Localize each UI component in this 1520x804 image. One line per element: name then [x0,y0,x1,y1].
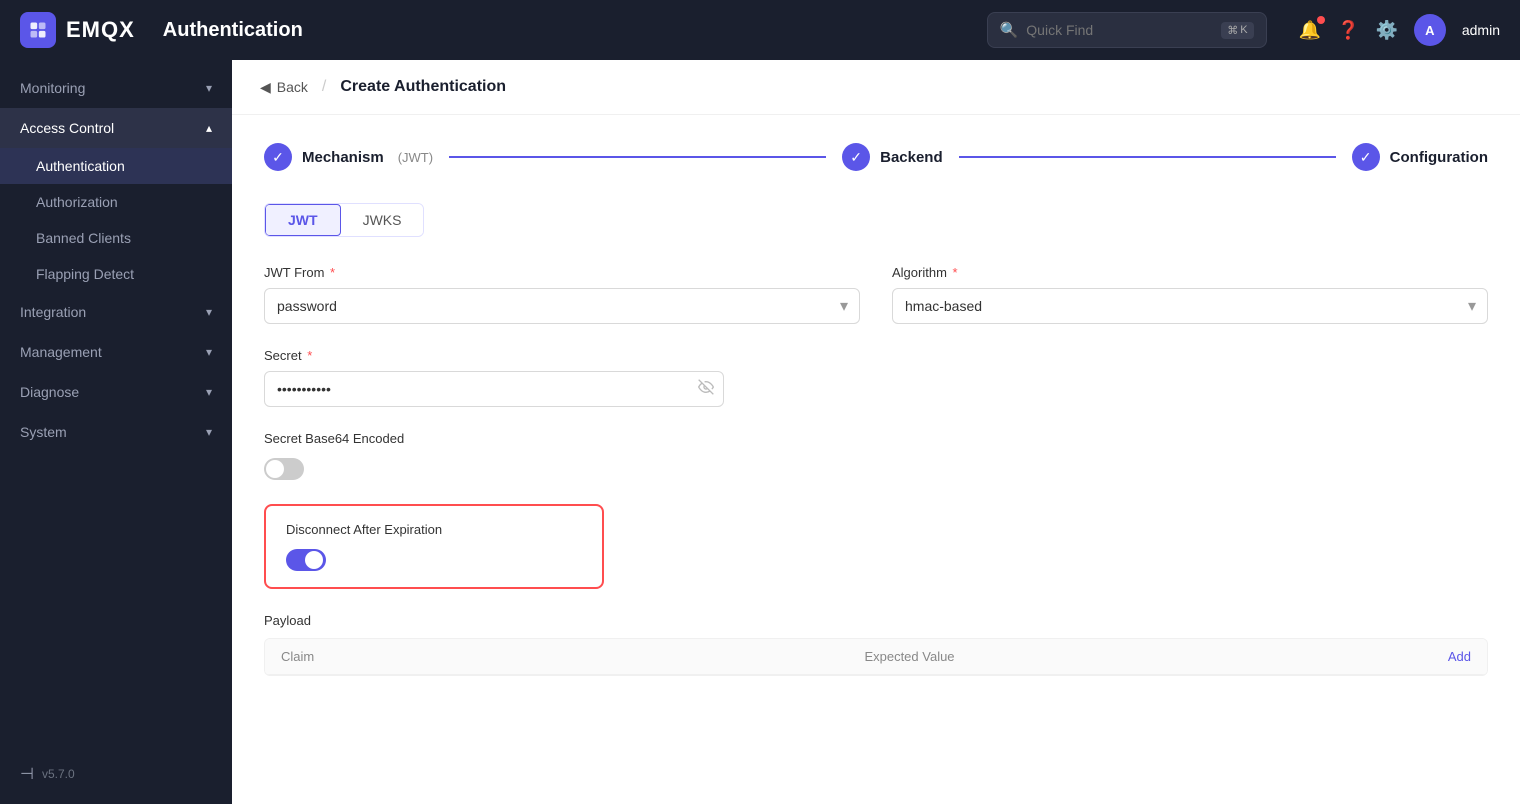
disconnect-highlight-box: Disconnect After Expiration [264,504,604,589]
sidebar-item-monitoring[interactable]: Monitoring ▾ [0,68,232,108]
page-title: Create Authentication [340,78,506,96]
user-label: admin [1462,22,1500,38]
algorithm-select-wrapper: hmac-based public-key ▾ [892,288,1488,324]
payload-add-button[interactable]: Add [1448,649,1471,664]
disconnect-toggle[interactable] [286,549,326,571]
required-star-algo: * [953,265,958,280]
base64-label: Secret Base64 Encoded [264,431,1488,446]
algorithm-select[interactable]: hmac-based public-key [892,288,1488,324]
avatar[interactable]: A [1414,14,1446,46]
step-sub-mechanism: (JWT) [398,150,433,165]
logo-text: EMQX [66,17,135,43]
help-icon[interactable]: ❓ [1337,20,1359,41]
payload-section: Payload Claim Expected Value Add [264,613,1488,676]
eye-icon[interactable] [698,379,714,399]
logo[interactable]: EMQX [20,12,135,48]
tab-group: JWT JWKS [264,203,424,237]
chevron-down-icon: ▾ [206,305,212,319]
version-label: v5.7.0 [42,767,75,781]
payload-table: Claim Expected Value Add [264,638,1488,676]
form-container: ✓ Mechanism (JWT) ✓ Backend ✓ Configurat… [232,115,1520,704]
settings-icon[interactable]: ⚙️ [1375,20,1397,41]
logo-icon [20,12,56,48]
step-icon-mechanism: ✓ [264,143,292,171]
collapse-icon[interactable]: ⊣ [20,764,34,784]
step-configuration: ✓ Configuration [1352,143,1488,171]
sidebar-footer: ⊣ v5.7.0 [0,752,232,796]
search-input[interactable] [1026,22,1213,38]
main-layout: Monitoring ▾ Access Control ▴ Authentica… [0,60,1520,804]
jwt-from-select-wrapper: password username ▾ [264,288,860,324]
secret-input-wrapper [264,371,724,407]
step-backend: ✓ Backend [842,143,943,171]
back-button[interactable]: ◀ Back [260,79,308,96]
step-label-configuration: Configuration [1390,149,1488,166]
form-group-algorithm: Algorithm * hmac-based public-key ▾ [892,265,1488,324]
notification-bell[interactable]: 🔔 [1299,20,1321,41]
required-star: * [330,265,335,280]
sidebar-item-diagnose[interactable]: Diagnose ▾ [0,372,232,412]
payload-col-expected: Expected Value [864,649,1447,664]
disconnect-toggle-wrapper [286,549,582,571]
navbar-title: Authentication [163,19,303,42]
navbar-actions: 🔔 ❓ ⚙️ A admin [1299,14,1500,46]
tab-jwks[interactable]: JWKS [341,204,424,236]
payload-header: Claim Expected Value Add [265,639,1487,675]
required-star-secret: * [307,348,312,363]
sidebar: Monitoring ▾ Access Control ▴ Authentica… [0,60,232,804]
step-label-backend: Backend [880,149,943,166]
payload-col-claim: Claim [281,649,864,664]
step-label-mechanism: Mechanism [302,149,384,166]
tab-jwt[interactable]: JWT [265,204,341,236]
sidebar-item-access-control[interactable]: Access Control ▴ [0,108,232,148]
base64-toggle-wrapper [264,458,1488,480]
sidebar-item-system[interactable]: System ▾ [0,412,232,452]
sidebar-item-flapping-detect[interactable]: Flapping Detect [0,256,232,292]
search-bar[interactable]: 🔍 ⌘ K [987,12,1267,48]
sidebar-item-authorization[interactable]: Authorization [0,184,232,220]
form-group-base64: Secret Base64 Encoded [264,431,1488,480]
chevron-down-icon: ▾ [206,81,212,95]
form-group-jwt-from: JWT From * password username ▾ [264,265,860,324]
base64-toggle[interactable] [264,458,304,480]
search-shortcut: ⌘ K [1221,22,1253,39]
step-icon-backend: ✓ [842,143,870,171]
chevron-down-icon: ▾ [206,385,212,399]
page-header: ◀ Back / Create Authentication [232,60,1520,115]
step-icon-configuration: ✓ [1352,143,1380,171]
jwt-from-select[interactable]: password username [264,288,860,324]
chevron-down-icon: ▾ [206,345,212,359]
chevron-up-icon: ▴ [206,121,212,135]
toggle-thumb [305,551,323,569]
step-mechanism: ✓ Mechanism (JWT) [264,143,433,171]
search-icon: 🔍 [1000,21,1019,39]
chevron-down-icon: ▾ [206,425,212,439]
sidebar-item-authentication[interactable]: Authentication [0,148,232,184]
sidebar-item-management[interactable]: Management ▾ [0,332,232,372]
jwt-from-label: JWT From * [264,265,860,280]
breadcrumb-separator: / [322,78,326,96]
step-connector-2 [959,156,1336,158]
step-connector-1 [449,156,826,158]
form-row-jwt-algo: JWT From * password username ▾ Algorithm [264,265,1488,324]
payload-label: Payload [264,613,1488,628]
form-group-secret: Secret * [264,348,724,407]
back-arrow-icon: ◀ [260,79,271,96]
toggle-thumb [266,460,284,478]
secret-label: Secret * [264,348,724,363]
algorithm-label: Algorithm * [892,265,1488,280]
steps: ✓ Mechanism (JWT) ✓ Backend ✓ Configurat… [264,143,1488,171]
sidebar-item-integration[interactable]: Integration ▾ [0,292,232,332]
content-area: ◀ Back / Create Authentication ✓ Mechani… [232,60,1520,804]
notification-badge [1317,16,1325,24]
disconnect-label: Disconnect After Expiration [286,522,582,537]
sidebar-item-banned-clients[interactable]: Banned Clients [0,220,232,256]
navbar: EMQX Authentication 🔍 ⌘ K 🔔 ❓ ⚙️ A admin [0,0,1520,60]
secret-input[interactable] [264,371,724,407]
